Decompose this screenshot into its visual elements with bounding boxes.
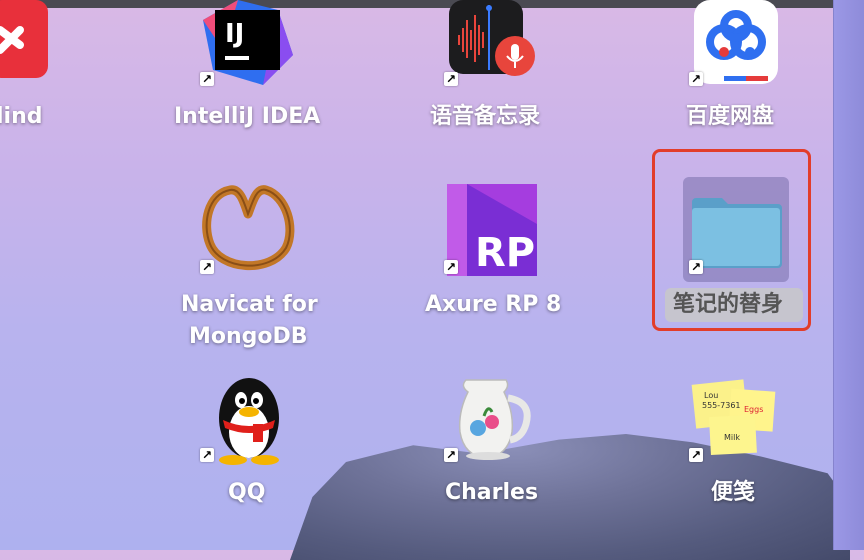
alias-arrow-icon: ↗ <box>200 260 214 274</box>
alias-arrow-icon: ↗ <box>689 448 703 462</box>
stickies-icon: Lou 555-7361 Eggs Milk <box>691 379 776 456</box>
charles-label: Charles <box>445 480 539 505</box>
alias-arrow-icon: ↗ <box>200 448 214 462</box>
highlight-annotation <box>652 149 811 331</box>
qq-label: QQ <box>228 480 266 505</box>
intellij-icon: IJ <box>203 0 293 85</box>
alias-arrow-icon: ↗ <box>689 72 703 86</box>
svg-text:Lou: Lou <box>704 391 718 400</box>
axure-icon: RP <box>447 184 537 276</box>
charles-pitcher-icon <box>458 379 531 460</box>
qq-penguin-icon <box>219 378 279 465</box>
alias-arrow-icon: ↗ <box>444 72 458 86</box>
svg-text:RP: RP <box>475 230 535 276</box>
intellij-label: IntelliJ IDEA <box>174 104 321 129</box>
navicat-label-line2: MongoDB <box>189 324 308 349</box>
stickies-label: 便笺 <box>711 480 756 505</box>
window-edge <box>833 0 864 550</box>
svg-text:IJ: IJ <box>225 19 244 49</box>
alias-arrow-icon: ↗ <box>444 260 458 274</box>
baidu-netdisk-label: 百度网盘 <box>686 104 775 129</box>
alias-arrow-icon: ↗ <box>200 72 214 86</box>
voice-memos-label: 语音备忘录 <box>430 104 541 129</box>
voice-memos-icon <box>449 0 535 76</box>
navicat-label-line1: Navicat for <box>181 292 318 317</box>
svg-text:Eggs: Eggs <box>744 405 763 414</box>
xmind-label: lind <box>0 104 43 129</box>
alias-arrow-icon: ↗ <box>444 448 458 462</box>
svg-text:Milk: Milk <box>724 433 740 442</box>
navicat-icon <box>202 185 295 271</box>
xmind-icon <box>0 0 48 78</box>
svg-text:555-7361: 555-7361 <box>702 401 741 410</box>
axure-label: Axure RP 8 <box>425 292 562 317</box>
baidu-netdisk-icon <box>694 0 778 84</box>
